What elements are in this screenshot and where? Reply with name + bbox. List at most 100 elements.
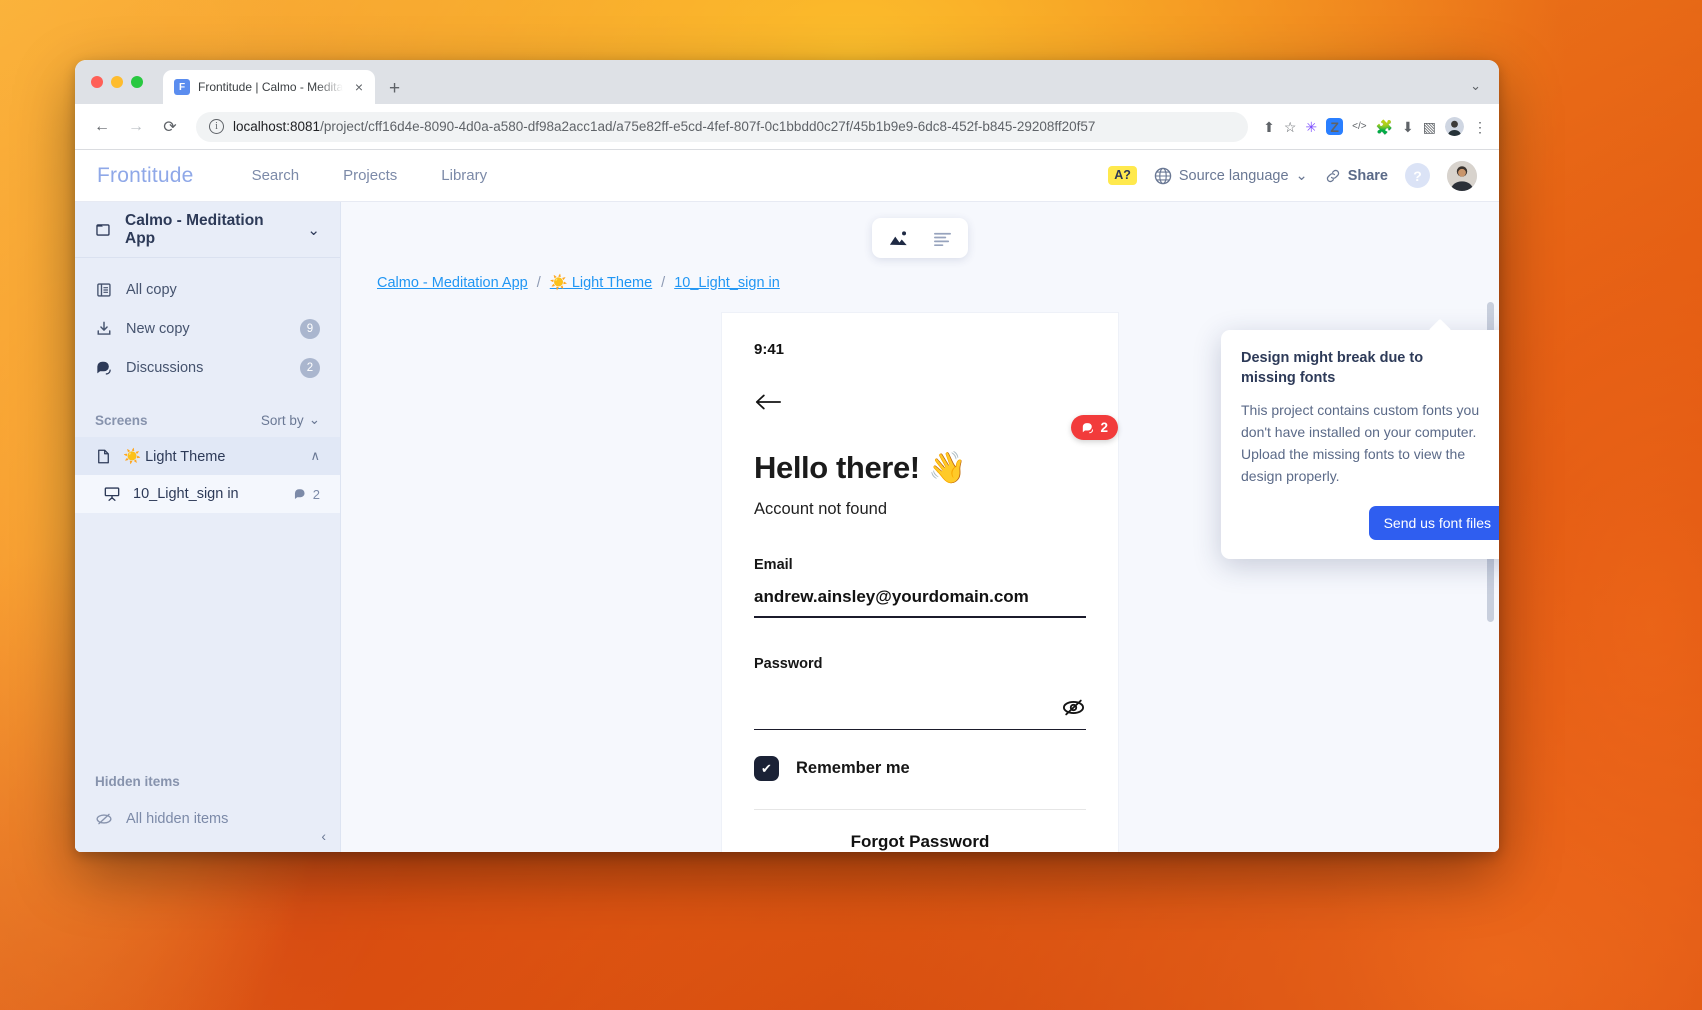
code-extension-icon[interactable]: </> <box>1352 121 1366 132</box>
side-panel-icon[interactable]: ▧ <box>1423 120 1436 134</box>
collapse-sidebar-icon[interactable]: ‹ <box>321 828 326 844</box>
app-header: Frontitude Search Projects Library A? So… <box>75 150 1499 202</box>
send-font-files-button[interactable]: Send us font files <box>1368 505 1499 540</box>
screen-comment-count: 2 <box>293 487 320 502</box>
browser-tab[interactable]: F Frontitude | Calmo - Meditatio × <box>163 70 375 104</box>
eye-off-icon <box>95 810 113 828</box>
share-link-icon <box>1325 168 1341 184</box>
desktop-wallpaper: F Frontitude | Calmo - Meditatio × + ⌄ ←… <box>0 0 1702 1010</box>
zeplin-extension-icon[interactable]: Z <box>1326 118 1344 135</box>
screen-comment-number: 2 <box>312 486 320 502</box>
chevron-down-icon[interactable]: ⌄ <box>307 221 320 239</box>
screen-group-label: ☀️ Light Theme <box>123 448 299 465</box>
canvas-area: Calmo - Meditation App / ☀️ Light Theme … <box>341 202 1499 852</box>
project-selector[interactable]: Calmo - Meditation App ⌄ <box>75 202 340 258</box>
breadcrumb-item-screen[interactable]: 10_Light_sign in <box>674 275 780 291</box>
missing-fonts-badge[interactable]: A? <box>1108 166 1137 185</box>
new-tab-icon[interactable]: + <box>389 79 400 98</box>
screen-item-10-light-sign-in[interactable]: 10_Light_sign in 2 <box>75 475 340 513</box>
nav-item-search[interactable]: Search <box>252 167 300 184</box>
app-logo[interactable]: Frontitude <box>97 164 194 188</box>
remember-me-checkbox[interactable]: ✔ <box>754 756 779 782</box>
url-text: localhost:8081/project/cff16d4e-8090-4d0… <box>233 119 1095 134</box>
puzzle-extension-icon[interactable]: 🧩 <box>1376 120 1393 134</box>
sidebar-item-label: All hidden items <box>126 810 229 827</box>
breadcrumb-item-light-theme[interactable]: ☀️ Light Theme <box>550 274 652 291</box>
user-avatar[interactable] <box>1447 160 1477 191</box>
sidebar-item-label: Discussions <box>126 359 204 376</box>
screen-group-light-theme[interactable]: ☀️ Light Theme ∧ <box>75 437 340 475</box>
design-title: Hello there! 👋 <box>754 450 967 485</box>
design-back-icon[interactable] <box>754 392 1096 417</box>
comment-badge-count: 2 <box>1100 420 1108 435</box>
sidebar-item-label: New copy <box>126 320 190 337</box>
folder-icon <box>95 221 113 239</box>
sidebar-item-label: All copy <box>126 281 177 298</box>
frontitude-app: Frontitude Search Projects Library A? So… <box>75 150 1499 852</box>
chevron-up-icon[interactable]: ∧ <box>310 448 320 464</box>
sidebar-item-all-copy[interactable]: All copy <box>75 270 340 309</box>
browser-menu-icon[interactable]: ⋮ <box>1473 120 1487 134</box>
sidebar-item-discussions[interactable]: Discussions 2 <box>75 348 340 387</box>
source-language-label: Source language <box>1178 167 1289 184</box>
chevron-down-icon[interactable]: ⌄ <box>1470 78 1481 94</box>
maximize-window-button[interactable] <box>131 76 143 88</box>
app-body: Calmo - Meditation App ⌄ All copy New co… <box>75 202 1499 852</box>
comment-thread-badge[interactable]: 2 <box>1071 415 1118 440</box>
hidden-items-section: Hidden items All hidden items <box>75 774 340 852</box>
app-header-actions: A? Source language ⌄ Share ? <box>1108 160 1477 191</box>
browser-toolbar: ← → ⟳ i localhost:8081/project/cff16d4e-… <box>75 104 1499 150</box>
breadcrumb-item-project[interactable]: Calmo - Meditation App <box>377 275 528 291</box>
nav-item-library[interactable]: Library <box>441 167 487 184</box>
eye-off-icon[interactable] <box>1061 695 1086 720</box>
address-bar[interactable]: i localhost:8081/project/cff16d4e-8090-4… <box>196 111 1249 142</box>
popover-body: This project contains custom fonts you d… <box>1241 402 1480 485</box>
remember-me-row[interactable]: ✔ Remember me <box>754 756 1096 782</box>
sidebar-item-all-hidden-items[interactable]: All hidden items <box>75 799 340 838</box>
sidebar-nav-list: All copy New copy 9 Discussions 2 <box>75 258 340 387</box>
browser-extensions: ⬆ ☆ ✳ Z </> 🧩 ⬇ ▧ ⋮ <box>1259 117 1487 136</box>
window-traffic-lights <box>87 60 151 104</box>
text-view-icon[interactable] <box>921 223 963 253</box>
comment-icon <box>1081 421 1095 435</box>
breadcrumb-separator: / <box>661 274 666 291</box>
tab-title: Frontitude | Calmo - Meditatio <box>198 80 343 94</box>
screens-section-title: Screens <box>95 412 148 428</box>
reload-icon[interactable]: ⟳ <box>155 112 185 142</box>
missing-fonts-popover: × Design might break due to missing font… <box>1221 330 1499 559</box>
sidebar-item-count: 2 <box>300 357 320 378</box>
close-window-button[interactable] <box>91 76 103 88</box>
screen-item-label: 10_Light_sign in <box>133 486 239 502</box>
forgot-password-link[interactable]: Forgot Password <box>754 809 1086 852</box>
asterisk-extension-icon[interactable]: ✳ <box>1305 120 1317 134</box>
password-field-row[interactable] <box>754 694 1086 720</box>
status-bar-time: 9:41 <box>754 341 785 358</box>
browser-profile-avatar[interactable] <box>1445 117 1464 136</box>
sidebar-item-new-copy[interactable]: New copy 9 <box>75 309 340 348</box>
design-subtitle: Account not found <box>754 500 888 518</box>
artboard-icon <box>103 485 121 503</box>
popover-title: Design might break due to missing fonts <box>1241 350 1424 386</box>
image-view-icon[interactable] <box>877 223 919 253</box>
source-language-selector[interactable]: Source language ⌄ <box>1154 167 1308 185</box>
back-icon[interactable]: ← <box>87 112 117 142</box>
share-page-icon[interactable]: ⬆ <box>1263 120 1275 134</box>
screen-group-name: Light Theme <box>145 448 226 465</box>
email-field-value[interactable]: andrew.ainsley@yourdomain.com <box>754 587 1096 607</box>
minimize-window-button[interactable] <box>111 76 123 88</box>
downloads-icon[interactable]: ⬇ <box>1402 120 1414 134</box>
view-mode-toggle <box>872 218 968 258</box>
email-field-underline <box>754 616 1086 618</box>
comment-icon <box>95 359 113 377</box>
share-button[interactable]: Share <box>1325 168 1388 184</box>
site-info-icon[interactable]: i <box>209 119 224 134</box>
comment-icon <box>293 487 308 502</box>
close-tab-icon[interactable]: × <box>351 79 367 95</box>
forward-icon[interactable]: → <box>121 112 151 142</box>
design-preview-frame: 9:41 2 Hello there! 👋 Account not found … <box>722 313 1118 852</box>
nav-item-projects[interactable]: Projects <box>343 167 397 184</box>
help-icon[interactable]: ? <box>1405 163 1430 188</box>
bookmark-star-icon[interactable]: ☆ <box>1284 120 1297 134</box>
page-icon <box>95 448 112 465</box>
sort-by-button[interactable]: Sort by ⌄ <box>261 412 320 428</box>
